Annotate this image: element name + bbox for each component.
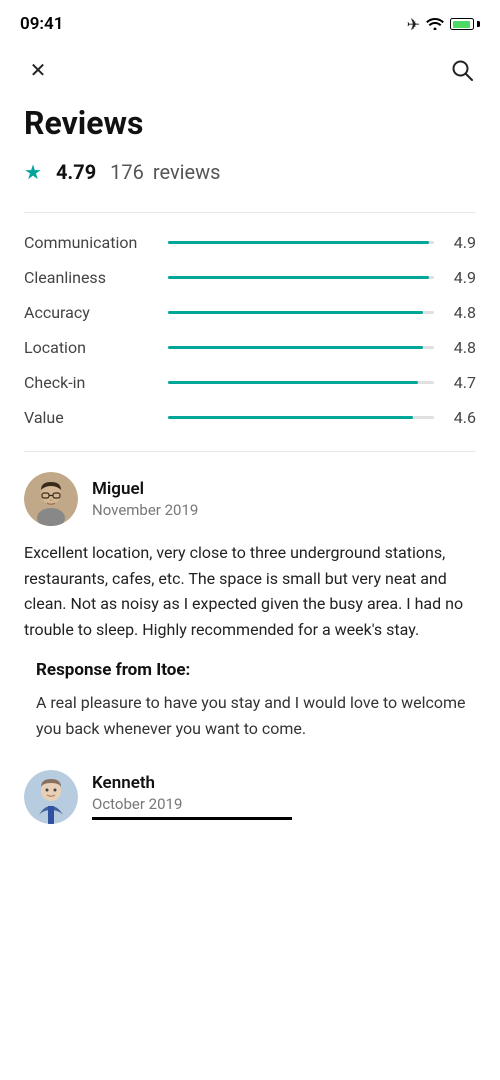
- bar-container: [168, 416, 434, 419]
- overall-rating: 4.79: [56, 160, 96, 184]
- response-title: Response from Itoe:: [24, 660, 476, 680]
- bar-container: [168, 381, 434, 384]
- rating-value: 4.9: [448, 268, 476, 287]
- avatar-kenneth: [24, 770, 78, 824]
- bar-container: [168, 346, 434, 349]
- reviewer-date: November 2019: [92, 501, 198, 519]
- star-icon: ★: [24, 160, 42, 184]
- bar-container: [168, 276, 434, 279]
- bar-container: [168, 241, 434, 244]
- rating-value: 4.8: [448, 338, 476, 357]
- search-icon: [451, 59, 473, 81]
- reviewer-name: Kenneth: [92, 773, 292, 793]
- rating-row: Communication 4.9: [24, 233, 476, 252]
- airplane-icon: ✈: [407, 15, 420, 34]
- wifi-icon: [426, 15, 444, 34]
- review-card: Kenneth October 2019: [24, 770, 476, 824]
- rating-label: Cleanliness: [24, 268, 154, 287]
- rating-row: Accuracy 4.8: [24, 303, 476, 322]
- response-box: Response from Itoe: A real pleasure to h…: [24, 660, 476, 741]
- bar-fill: [168, 416, 413, 419]
- bar-fill: [168, 346, 423, 349]
- rating-label: Location: [24, 338, 154, 357]
- bar-fill: [168, 381, 418, 384]
- reviewer-info: Miguel November 2019: [92, 479, 198, 519]
- search-button[interactable]: [444, 52, 480, 88]
- rating-summary: ★ 4.79 176 reviews: [0, 160, 500, 212]
- rating-label: Value: [24, 408, 154, 427]
- review-count-text: 176 reviews: [110, 160, 220, 184]
- avatar-miguel: [24, 472, 78, 526]
- bar-fill: [168, 241, 429, 244]
- status-bar: 09:41 ✈: [0, 0, 500, 44]
- rating-label: Communication: [24, 233, 154, 252]
- rating-value: 4.7: [448, 373, 476, 392]
- review-card: Miguel November 2019 Excellent location,…: [24, 472, 476, 742]
- reviewer-header: Kenneth October 2019: [24, 770, 476, 824]
- bar-fill: [168, 276, 429, 279]
- response-text: A real pleasure to have you stay and I w…: [24, 690, 476, 741]
- rating-row: Value 4.6: [24, 408, 476, 427]
- rating-bars-section: Communication 4.9 Cleanliness 4.9 Accura…: [0, 213, 500, 451]
- rating-row: Cleanliness 4.9: [24, 268, 476, 287]
- review-text: Excellent location, very close to three …: [24, 540, 476, 642]
- bar-fill: [168, 311, 423, 314]
- status-icons: ✈: [407, 15, 480, 34]
- close-icon: ✕: [30, 58, 47, 82]
- rating-row: Location 4.8: [24, 338, 476, 357]
- rating-value: 4.8: [448, 303, 476, 322]
- rating-row: Check-in 4.7: [24, 373, 476, 392]
- close-button[interactable]: ✕: [20, 52, 56, 88]
- rating-value: 4.9: [448, 233, 476, 252]
- reviewer-header: Miguel November 2019: [24, 472, 476, 526]
- kenneth-underline: [92, 817, 292, 820]
- reviewer-info: Kenneth October 2019: [92, 773, 292, 820]
- rating-label: Accuracy: [24, 303, 154, 322]
- rating-label: Check-in: [24, 373, 154, 392]
- status-time: 09:41: [20, 14, 63, 34]
- rating-value: 4.6: [448, 408, 476, 427]
- nav-bar: ✕: [0, 44, 500, 104]
- reviewer-date: October 2019: [92, 795, 292, 813]
- battery-icon: [450, 18, 480, 30]
- reviewer-name: Miguel: [92, 479, 198, 499]
- bar-container: [168, 311, 434, 314]
- reviews-section: Miguel November 2019 Excellent location,…: [0, 452, 500, 824]
- page-title: Reviews: [0, 104, 500, 160]
